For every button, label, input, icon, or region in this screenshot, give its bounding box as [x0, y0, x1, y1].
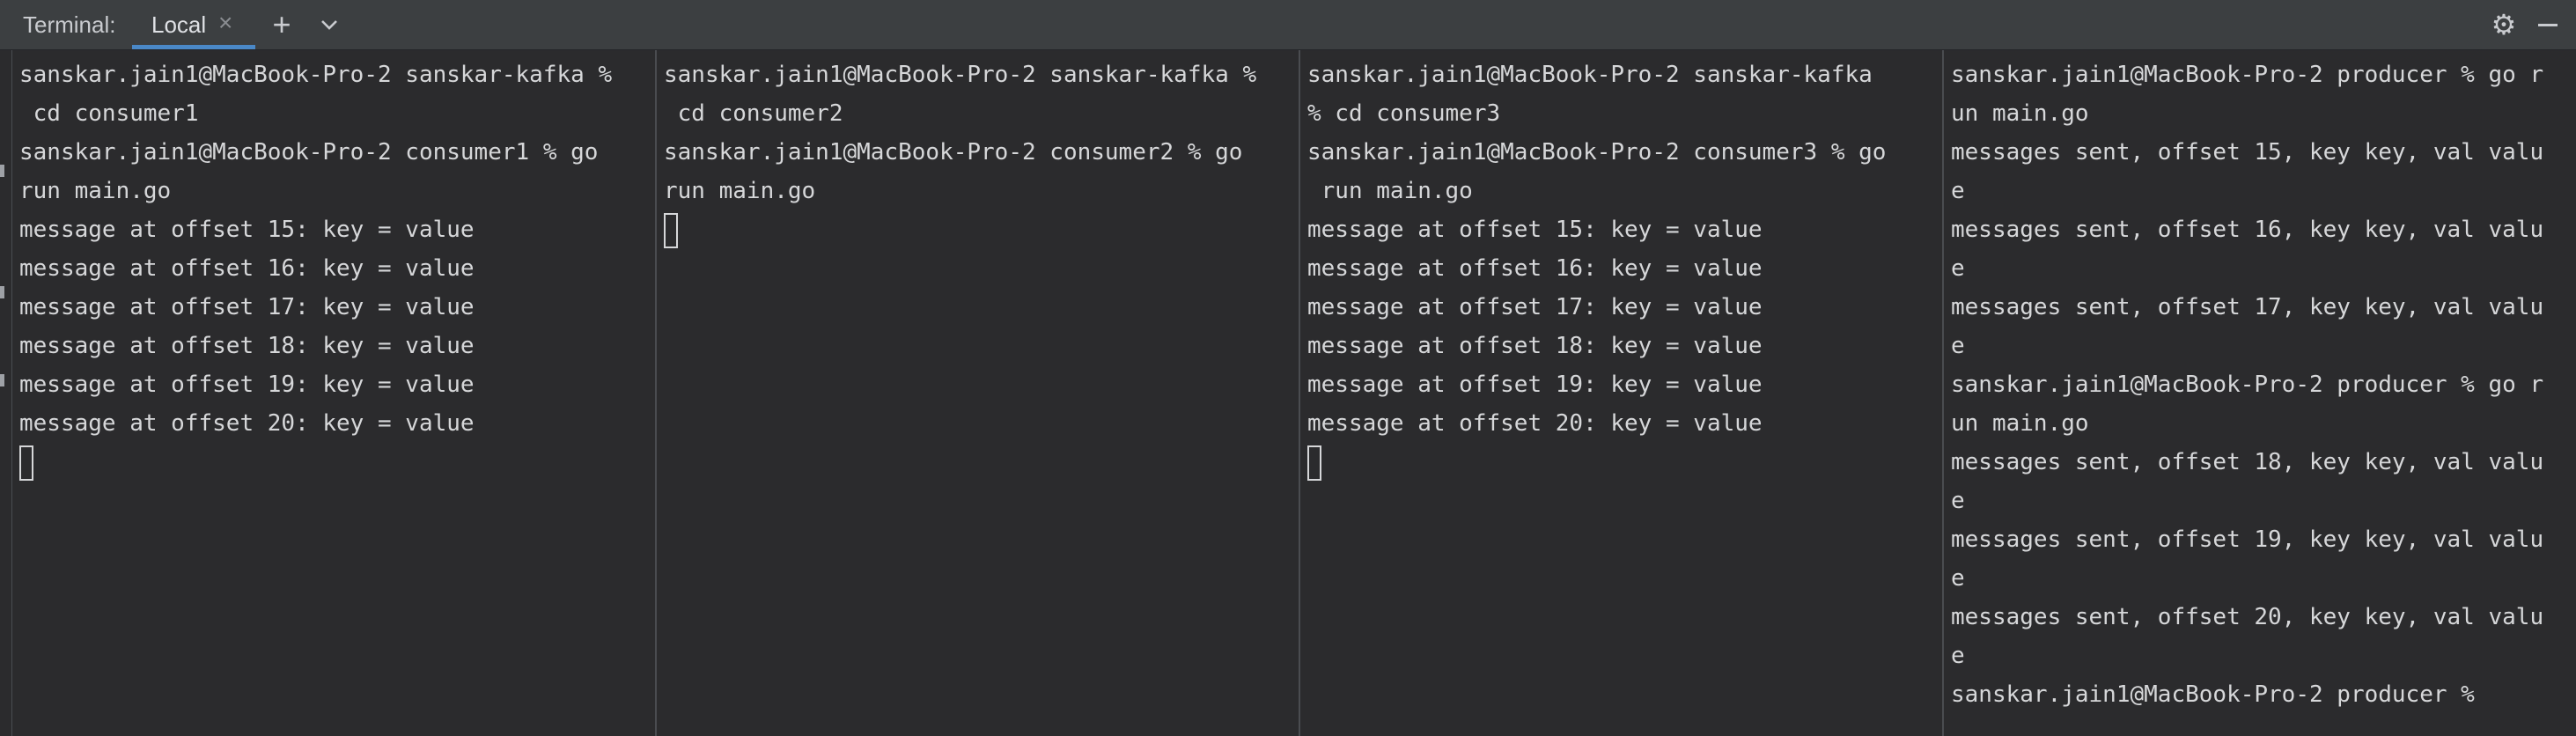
terminal-line: e — [1951, 643, 1965, 669]
terminal-cursor-row — [664, 210, 1295, 249]
terminal-line: messages sent, offset 15, key key, val v… — [1951, 139, 2544, 166]
terminal-line: cd consumer2 — [664, 100, 843, 127]
tab-local[interactable]: Local × — [132, 0, 255, 49]
terminal-line: sanskar.jain1@MacBook-Pro-2 consumer2 % … — [664, 139, 1243, 166]
terminal-line: message at offset 17: key = value — [19, 294, 475, 320]
tab-local-label: Local — [151, 11, 207, 38]
close-icon[interactable]: × — [218, 9, 232, 37]
terminal-line: un main.go — [1951, 100, 2089, 127]
terminal-output: sanskar.jain1@MacBook-Pro-2 sanskar-kafk… — [1307, 55, 1939, 482]
terminal-line: message at offset 20: key = value — [1307, 410, 1763, 437]
terminal-pane-consumer3[interactable]: sanskar.jain1@MacBook-Pro-2 sanskar-kafk… — [1299, 50, 1942, 736]
terminal-line: message at offset 20: key = value — [19, 410, 475, 437]
terminal-line: message at offset 18: key = value — [1307, 333, 1763, 359]
terminal-line: messages sent, offset 20, key key, val v… — [1951, 604, 2544, 630]
gutter-marker — [0, 165, 4, 177]
terminal-line: message at offset 15: key = value — [1307, 217, 1763, 243]
active-tab-indicator — [132, 45, 255, 49]
terminal-title: Terminal: — [23, 11, 116, 38]
terminal-line: messages sent, offset 16, key key, val v… — [1951, 217, 2544, 243]
terminal-line: messages sent, offset 19, key key, val v… — [1951, 526, 2544, 553]
terminal-tool-window-header: Terminal: Local × + ⚙ — [0, 0, 2576, 50]
terminal-line: e — [1951, 255, 1965, 282]
left-gutter — [0, 50, 12, 736]
terminal-line: run main.go — [19, 178, 172, 204]
terminal-output: sanskar.jain1@MacBook-Pro-2 sanskar-kafk… — [19, 55, 651, 482]
minimize-icon[interactable] — [2532, 0, 2564, 49]
terminal-line: cd consumer1 — [19, 100, 199, 127]
text-cursor — [664, 212, 678, 248]
terminal-line: run main.go — [664, 178, 816, 204]
terminal-line: sanskar.jain1@MacBook-Pro-2 sanskar-kafk… — [1307, 62, 1873, 88]
terminal-line: run main.go — [1307, 178, 1473, 204]
chevron-down-icon[interactable] — [313, 0, 345, 49]
terminal-split-panes: sanskar.jain1@MacBook-Pro-2 sanskar-kafk… — [12, 50, 2576, 736]
terminal-pane-consumer2[interactable]: sanskar.jain1@MacBook-Pro-2 sanskar-kafk… — [655, 50, 1299, 736]
terminal-line: message at offset 17: key = value — [1307, 294, 1763, 320]
terminal-line: e — [1951, 488, 1965, 514]
terminal-line: message at offset 18: key = value — [19, 333, 475, 359]
terminal-line: % cd consumer3 — [1307, 100, 1501, 127]
terminal-line: message at offset 15: key = value — [19, 217, 475, 243]
terminal-line: message at offset 16: key = value — [19, 255, 475, 282]
text-cursor — [19, 445, 33, 481]
terminal-line: sanskar.jain1@MacBook-Pro-2 consumer3 % … — [1307, 139, 1887, 166]
terminal-cursor-row — [19, 443, 651, 482]
terminal-line: e — [1951, 565, 1965, 592]
terminal-line: e — [1951, 178, 1965, 204]
terminal-line: sanskar.jain1@MacBook-Pro-2 sanskar-kafk… — [19, 62, 613, 88]
new-tab-plus-icon[interactable]: + — [266, 0, 298, 49]
text-cursor — [1307, 445, 1321, 481]
gear-icon[interactable]: ⚙ — [2488, 0, 2520, 49]
terminal-line: messages sent, offset 18, key key, val v… — [1951, 449, 2544, 475]
terminal-line: message at offset 19: key = value — [19, 372, 475, 398]
gutter-marker — [0, 286, 4, 298]
terminal-cursor-row — [1307, 443, 1939, 482]
terminal-pane-consumer1[interactable]: sanskar.jain1@MacBook-Pro-2 sanskar-kafk… — [12, 50, 655, 736]
terminal-line: sanskar.jain1@MacBook-Pro-2 producer % g… — [1951, 372, 2544, 398]
terminal-line: messages sent, offset 17, key key, val v… — [1951, 294, 2544, 320]
terminal-line: sanskar.jain1@MacBook-Pro-2 sanskar-kafk… — [664, 62, 1257, 88]
terminal-line: e — [1951, 333, 1965, 359]
terminal-output: sanskar.jain1@MacBook-Pro-2 producer % g… — [1951, 55, 2572, 714]
terminal-line: message at offset 19: key = value — [1307, 372, 1763, 398]
terminal-line: sanskar.jain1@MacBook-Pro-2 producer % — [1951, 681, 2475, 708]
terminal-pane-producer[interactable]: sanskar.jain1@MacBook-Pro-2 producer % g… — [1942, 50, 2576, 736]
terminal-line: sanskar.jain1@MacBook-Pro-2 consumer1 % … — [19, 139, 599, 166]
gutter-marker — [0, 374, 4, 386]
terminal-line: sanskar.jain1@MacBook-Pro-2 producer % g… — [1951, 62, 2544, 88]
terminal-line: message at offset 16: key = value — [1307, 255, 1763, 282]
terminal-line: un main.go — [1951, 410, 2089, 437]
terminal-output: sanskar.jain1@MacBook-Pro-2 sanskar-kafk… — [664, 55, 1295, 249]
